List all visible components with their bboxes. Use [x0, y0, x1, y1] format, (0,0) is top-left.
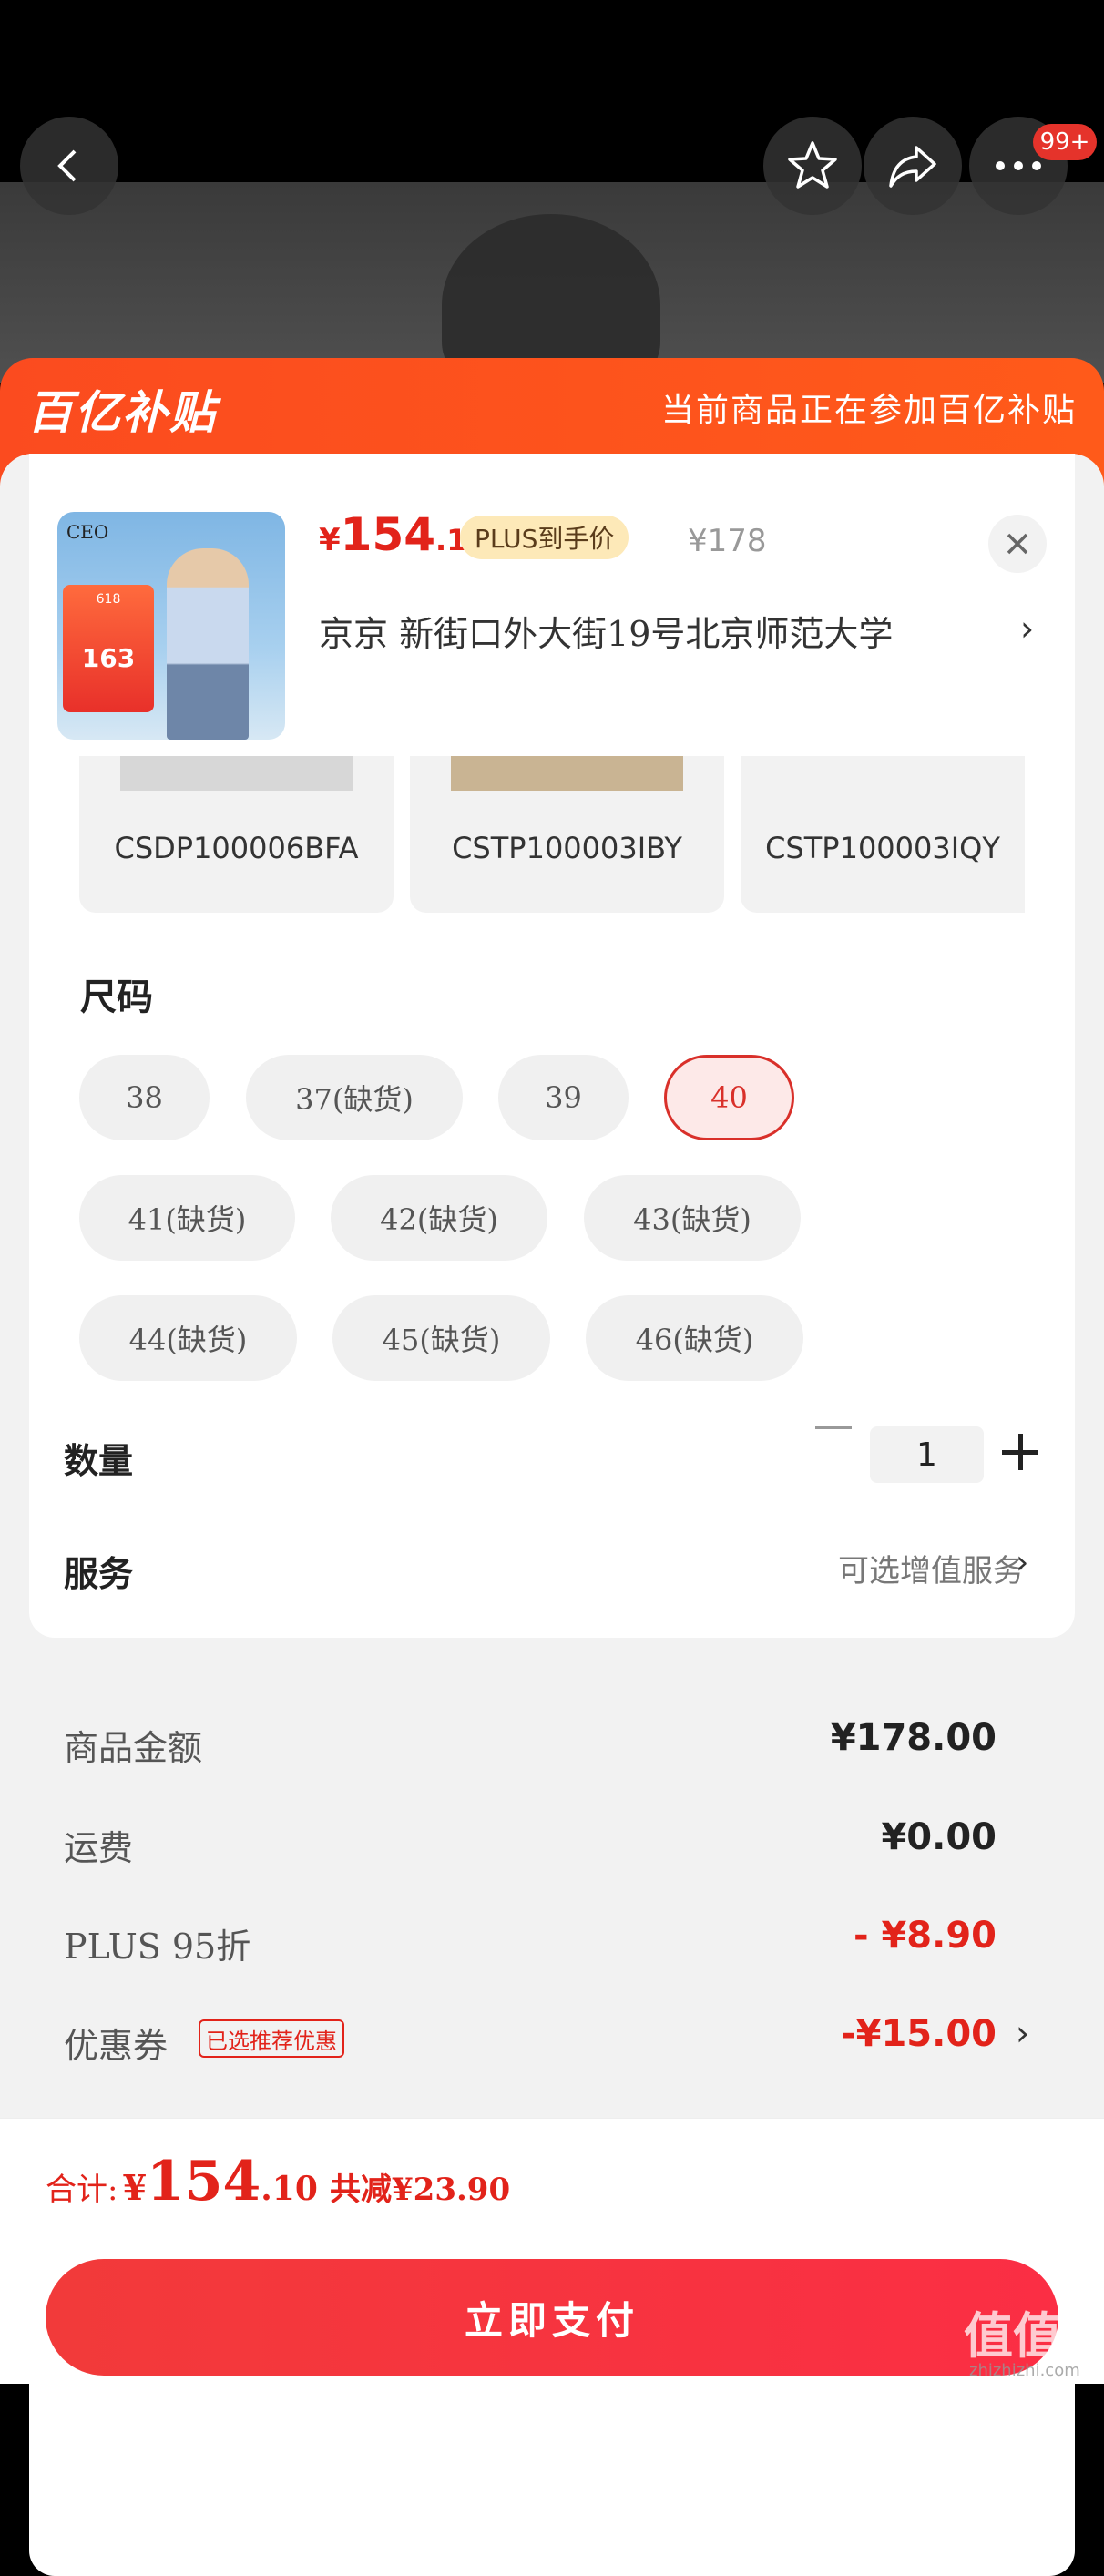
quantity-label: 数量 [64, 1440, 134, 1481]
subsidy-logo: 百亿补贴 [27, 386, 217, 439]
thumb-promo: 618 163 [63, 585, 154, 712]
total-savings: 共减¥23.90 [330, 2172, 511, 2208]
message-badge: 99+ [1033, 124, 1097, 160]
subsidy-banner-text: 当前商品正在参加百亿补贴 [660, 392, 1077, 429]
more-dots-icon [996, 161, 1041, 170]
chevron-right-icon: › [1016, 2013, 1030, 2053]
order-sheet [0, 454, 1104, 2576]
plus-discount-label: PLUS 95折 [64, 1927, 251, 1967]
size-option-43[interactable]: 43(缺货) [584, 1175, 801, 1261]
size-option-42[interactable]: 42(缺货) [331, 1175, 547, 1261]
total-summary: 合计: ¥154.10 共减¥23.90 [46, 2150, 510, 2213]
size-option-39[interactable]: 39 [498, 1055, 629, 1140]
chevron-right-icon: › [1020, 608, 1035, 649]
thumb-promo-price: 163 [81, 643, 136, 673]
thumb-brand: CEO [66, 521, 109, 543]
thumb-promo-top: 618 [96, 592, 121, 607]
size-option-37[interactable]: 37(缺货) [246, 1055, 463, 1140]
size-option-38[interactable]: 38 [79, 1055, 210, 1140]
color-option-image [451, 756, 683, 791]
plus-price-tag: PLUS到手价 [460, 516, 629, 559]
color-option-3[interactable]: CSTP100003IQY [741, 756, 1025, 913]
product-thumbnail[interactable]: CEO 618 163 [57, 512, 285, 740]
quantity-input[interactable]: 1 [870, 1426, 984, 1483]
share-arrow-icon [889, 146, 936, 188]
coupon-value[interactable]: -¥15.00 [841, 2013, 997, 2055]
size-option-46[interactable]: 46(缺货) [586, 1295, 803, 1381]
color-option-1[interactable]: CSDP100006BFA [79, 756, 394, 913]
plus-price: ¥154.1 [319, 508, 466, 561]
total-label: 合计: [46, 2172, 118, 2208]
color-option-label: CSDP100006BFA [114, 831, 359, 865]
watermark-url: zhizhizhi.com [969, 2361, 1080, 2380]
size-option-44[interactable]: 44(缺货) [79, 1295, 297, 1381]
color-options: CSDP100006BFA CSTP100003IBY CSTP100003IQ… [0, 756, 1104, 915]
size-option-45[interactable]: 45(缺货) [332, 1295, 550, 1381]
quantity-increase-button[interactable] [1002, 1434, 1038, 1470]
goods-amount-value: ¥178.00 [830, 1717, 997, 1759]
size-option-40[interactable]: 40 [664, 1055, 794, 1140]
close-icon [1007, 533, 1028, 555]
chevron-left-icon [57, 149, 77, 182]
share-button[interactable] [864, 117, 962, 215]
color-option-2[interactable]: CSTP100003IBY [410, 756, 724, 913]
color-option-image [120, 756, 353, 791]
goods-amount-label: 商品金额 [64, 1728, 203, 1768]
pay-now-button[interactable]: 立即支付 [46, 2259, 1058, 2376]
delivery-address[interactable]: 京京 新街口外大街19号北京师范大学 [319, 606, 893, 656]
size-title: 尺码 [80, 976, 153, 1018]
quantity-decrease-button[interactable] [815, 1426, 852, 1429]
price-integer: 154 [340, 508, 436, 561]
color-option-label: CSTP100003IQY [765, 831, 1000, 865]
size-option-41[interactable]: 41(缺货) [79, 1175, 295, 1261]
plus-discount-value: - ¥8.90 [853, 1915, 997, 1957]
chevron-right-icon: › [1016, 1544, 1029, 1581]
total-integer: 154 [147, 2150, 261, 2213]
color-option-label: CSTP100003IBY [452, 831, 682, 865]
back-button[interactable] [20, 117, 118, 215]
shipping-label: 运费 [64, 1828, 134, 1868]
shipping-value: ¥0.00 [881, 1816, 997, 1858]
price-currency: ¥ [319, 522, 341, 558]
original-price: ¥178 [688, 523, 767, 559]
service-label: 服务 [64, 1553, 134, 1594]
star-icon [788, 141, 837, 189]
service-value[interactable]: 可选增值服务 [838, 1546, 1024, 1590]
thumb-model [167, 548, 249, 740]
coupon-label: 优惠券 [64, 2026, 169, 2066]
total-currency: ¥ [122, 2167, 148, 2208]
close-button[interactable] [988, 515, 1047, 573]
coupon-tag: 已选推荐优惠 [199, 2019, 344, 2058]
total-decimal: .10 [261, 2170, 318, 2208]
favorite-button[interactable] [763, 117, 862, 215]
